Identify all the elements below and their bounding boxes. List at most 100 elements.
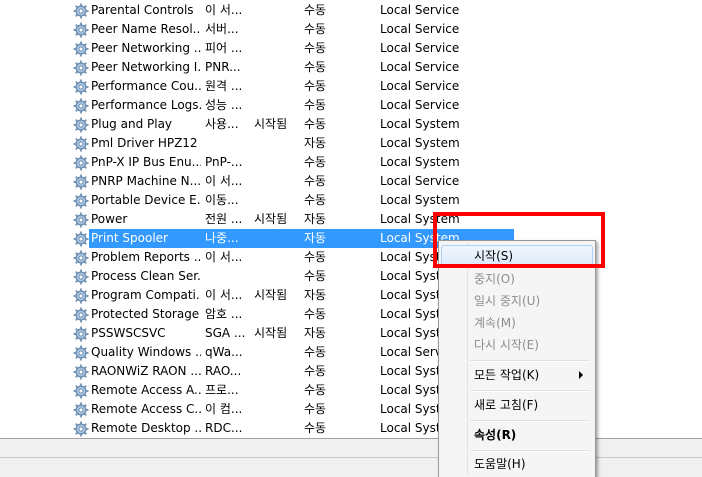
service-row[interactable]: Peer Name Resol... 서버... 수동 Local Servic… <box>0 20 702 39</box>
service-row[interactable]: Process Clean Ser... 수동 Local Syste <box>0 267 702 286</box>
service-startup-type: 수동 <box>304 402 327 416</box>
service-description: SGA ... <box>205 326 246 340</box>
service-row[interactable]: PnP-X IP Bus Enu... PnP-... 수동 Local Sys… <box>0 153 702 172</box>
menu-item-restart[interactable]: 다시 시작(E) <box>441 334 593 356</box>
service-startup-type: 자동 <box>304 326 327 340</box>
service-logon-as: Local System <box>380 136 460 150</box>
service-name: Remote Desktop ... <box>91 421 201 435</box>
menu-item-properties[interactable]: 속성(R) <box>441 424 593 446</box>
service-startup-type: 수동 <box>304 193 327 207</box>
gear-icon <box>73 383 89 399</box>
service-name: Quality Windows ... <box>91 345 201 359</box>
service-name: Portable Device E... <box>91 193 201 207</box>
service-description: 성능 ... <box>205 98 243 112</box>
menu-item-all-tasks[interactable]: 모든 작업(K) <box>441 364 593 386</box>
service-row[interactable]: RAONWiZ RAON ... RAO... 수동 Local Syste <box>0 362 702 381</box>
menu-item-refresh[interactable]: 새로 고침(F) <box>441 394 593 416</box>
menu-item-stop[interactable]: 중지(O) <box>441 268 593 290</box>
service-logon-as: Local Service <box>380 174 460 188</box>
gear-icon <box>73 421 89 437</box>
service-row[interactable]: PNRP Machine N... 이 서... 수동 Local Servic… <box>0 172 702 191</box>
service-name: Peer Name Resol... <box>91 22 201 36</box>
context-menu: 시작(S) 중지(O) 일시 중지(U) 계속(M) 다시 시작(E) 모든 작… <box>438 240 596 477</box>
service-startup-type: 수동 <box>304 60 327 74</box>
service-row[interactable]: Parental Controls 이 서... 수동 Local Servic… <box>0 1 702 20</box>
chevron-right-icon <box>579 371 583 379</box>
service-status: 시작됨 <box>254 326 288 340</box>
service-startup-type: 수동 <box>304 174 327 188</box>
service-row[interactable]: Pml Driver HPZ12 자동 Local System <box>0 134 702 153</box>
service-row[interactable]: Remote Access C... 이 컴... 수동 Local Syste <box>0 400 702 419</box>
service-row[interactable]: Remote Access A... 프로... 수동 Local Syste <box>0 381 702 400</box>
service-row[interactable]: Program Compati... 이 서... 시작됨 자동 Local S… <box>0 286 702 305</box>
service-name: Performance Cou... <box>91 79 201 93</box>
service-row[interactable]: Quality Windows ... qWa... 수동 Local Serv… <box>0 343 702 362</box>
service-name: Protected Storage <box>91 307 200 321</box>
service-description: 이 컴... <box>205 402 243 416</box>
service-description: 나중... <box>205 231 239 245</box>
service-description: 사용... <box>205 117 239 131</box>
service-status: 시작됨 <box>254 288 288 302</box>
service-description: PNR... <box>205 60 241 74</box>
gear-icon <box>73 155 89 171</box>
service-row[interactable]: Protected Storage 암호 ... 수동 Local Syste <box>0 305 702 324</box>
service-row[interactable]: Peer Networking ... 피어 ... 수동 Local Serv… <box>0 39 702 58</box>
service-row[interactable]: Problem Reports ... 이 서... 수동 Local Syst… <box>0 248 702 267</box>
service-name: Peer Networking ... <box>91 41 201 55</box>
service-row[interactable]: Peer Networking I... PNR... 수동 Local Ser… <box>0 58 702 77</box>
service-row-selected[interactable]: Print Spooler 나중... 자동 Local System <box>0 229 702 248</box>
gear-icon <box>73 117 89 133</box>
service-row[interactable]: Power 전원 ... 시작됨 자동 Local System <box>0 210 702 229</box>
service-startup-type: 수동 <box>304 421 327 435</box>
service-logon-as: Local System <box>380 155 460 169</box>
gear-icon <box>73 212 89 228</box>
service-startup-type: 자동 <box>304 288 327 302</box>
service-startup-type: 수동 <box>304 117 327 131</box>
service-startup-type: 자동 <box>304 212 327 226</box>
service-startup-type: 수동 <box>304 155 327 169</box>
service-name: Remote Access C... <box>91 402 201 416</box>
service-startup-type: 수동 <box>304 79 327 93</box>
service-name: Parental Controls <box>91 3 194 17</box>
menu-item-pause[interactable]: 일시 중지(U) <box>441 290 593 312</box>
menu-item-resume[interactable]: 계속(M) <box>441 312 593 334</box>
gear-icon <box>73 79 89 95</box>
gear-icon <box>73 231 89 247</box>
service-name: Plug and Play <box>91 117 173 131</box>
service-row[interactable]: Performance Logs... 성능 ... 수동 Local Serv… <box>0 96 702 115</box>
gear-icon <box>73 250 89 266</box>
service-name: RAONWiZ RAON ... <box>91 364 201 378</box>
service-startup-type: 수동 <box>304 364 327 378</box>
service-name: PnP-X IP Bus Enu... <box>91 155 201 169</box>
service-name: PNRP Machine N... <box>91 174 201 188</box>
gear-icon <box>73 269 89 285</box>
service-description: 이 서... <box>205 288 243 302</box>
service-name: Peer Networking I... <box>91 60 201 74</box>
service-row[interactable]: Performance Cou... 원격 ... 수동 Local Servi… <box>0 77 702 96</box>
service-description: 이동... <box>205 193 239 207</box>
gear-icon <box>73 288 89 304</box>
service-description: 이 서... <box>205 250 243 264</box>
service-row[interactable]: Portable Device E... 이동... 수동 Local Syst… <box>0 191 702 210</box>
service-name: Performance Logs... <box>91 98 201 112</box>
service-description: 프로... <box>205 383 239 397</box>
service-logon-as: Local Service <box>380 60 460 74</box>
menu-separator <box>470 450 590 452</box>
gear-icon <box>73 98 89 114</box>
service-logon-as: Local Service <box>380 79 460 93</box>
service-row[interactable]: Remote Desktop ... RDC... 수동 Local Syste <box>0 419 702 438</box>
menu-item-start[interactable]: 시작(S) <box>441 245 593 267</box>
menu-item-label: 속성(R) <box>474 428 517 442</box>
service-startup-type: 수동 <box>304 98 327 112</box>
menu-item-help[interactable]: 도움말(H) <box>441 453 593 475</box>
service-row[interactable]: Plug and Play 사용... 시작됨 수동 Local System <box>0 115 702 134</box>
gear-icon <box>73 41 89 57</box>
menu-item-label: 중지(O) <box>474 272 515 286</box>
service-row[interactable]: PSSWSCSVC SGA ... 시작됨 자동 Local Syste <box>0 324 702 343</box>
service-description: 이 서... <box>205 3 243 17</box>
service-status: 시작됨 <box>254 117 288 131</box>
service-name: Remote Access A... <box>91 383 201 397</box>
service-description: 서버... <box>205 22 239 36</box>
service-name: Print Spooler <box>91 231 168 245</box>
gear-icon <box>73 307 89 323</box>
